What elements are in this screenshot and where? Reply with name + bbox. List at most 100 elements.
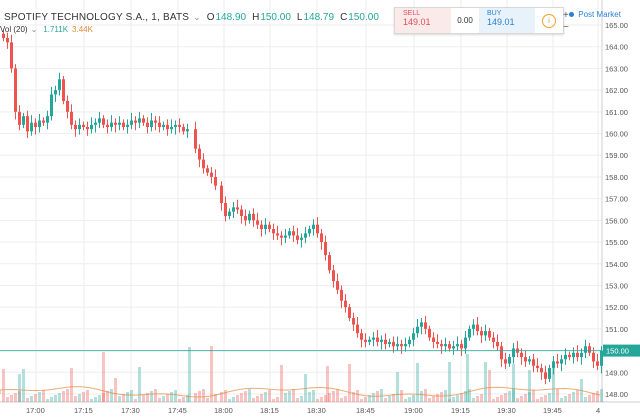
candle-body (332, 270, 335, 282)
candle-body (22, 116, 25, 125)
candle-body (548, 367, 551, 379)
candle-body (90, 124, 93, 130)
volume-legend: Vol (20) ⌄ 1.711K 3.44K (0, 25, 93, 34)
volume-bar (228, 399, 231, 402)
candle-body (288, 231, 291, 236)
candle-body (464, 337, 467, 349)
volume-bar (476, 396, 479, 402)
settings-chevron-icon[interactable]: ⌄ (193, 12, 201, 23)
volume-bar (2, 369, 5, 402)
candle-body (62, 79, 65, 101)
candle-body (6, 38, 9, 43)
candle-body (284, 235, 287, 238)
candle-body (202, 159, 205, 169)
volume-bar (174, 390, 177, 402)
volume-bar (130, 390, 133, 402)
candle-body (166, 124, 169, 130)
post-market-badge[interactable]: Post Market (569, 10, 621, 19)
volume-bar (256, 396, 259, 402)
volume-bar (540, 397, 543, 402)
volume-settings-icon[interactable]: ⌄ (31, 25, 38, 34)
volume-bar (420, 391, 423, 402)
price-chart[interactable]: 165.00 164.00 163.00 162.00 161.00 160.00 159.… (0, 0, 640, 417)
buy-label: BUY (487, 10, 502, 17)
volume-bar (66, 389, 69, 402)
volume-bar (548, 393, 551, 402)
candle-body (556, 361, 559, 364)
volume-bar (34, 394, 37, 402)
candle-body (536, 365, 539, 368)
volume-bar (62, 391, 65, 402)
symbol-title[interactable]: SPOTIFY TECHNOLOGY S.A., 1, BATS (4, 12, 189, 23)
volume-bar (348, 364, 351, 402)
time-tick-label: 18:00 (214, 406, 233, 415)
candle-body (10, 42, 13, 69)
volume-bar (162, 396, 165, 402)
candle-body (170, 127, 173, 130)
candle-body (174, 124, 177, 128)
volume-bar (18, 374, 21, 402)
volume-bar (188, 347, 191, 402)
volume-bar (178, 399, 181, 402)
time-tick-label: 18:15 (260, 406, 279, 415)
candle-body (524, 357, 527, 362)
price-tick-label: 149.00 (605, 368, 628, 377)
volume-label[interactable]: Vol (20) (0, 25, 28, 34)
price-tick-label: 163.00 (605, 64, 628, 73)
candle-body (416, 326, 419, 334)
volume-bar (106, 391, 109, 402)
time-tick-label: 17:15 (74, 406, 93, 415)
volume-bar (316, 399, 319, 402)
candle-body (496, 341, 499, 347)
candle-body (336, 281, 339, 290)
time-tick-label: 17:00 (26, 406, 45, 415)
volume-bar (54, 395, 57, 402)
price-tick-label: 151.00 (605, 325, 628, 334)
zoom-out-button[interactable]: − (563, 22, 569, 34)
price-tick-label: 154.00 (605, 260, 628, 269)
candle-body (98, 118, 101, 123)
candle-body (110, 122, 113, 128)
candle-body (348, 307, 351, 319)
candle-body (78, 124, 81, 130)
volume-bar (182, 397, 185, 402)
volume-bar (596, 391, 599, 402)
buy-button[interactable]: BUY 149.01 (479, 8, 535, 33)
volume-bar (412, 395, 415, 402)
candle-body (412, 333, 415, 340)
volume-bar (90, 399, 93, 402)
zoom-controls: + − (563, 10, 569, 34)
volume-bar (166, 394, 169, 402)
volume-bar (284, 393, 287, 402)
high-value: 150.00 (260, 11, 291, 23)
candle-body (312, 224, 315, 230)
price-tick-label: 155.00 (605, 238, 628, 247)
volume-bar (14, 393, 17, 402)
candle-body (384, 339, 387, 345)
open-label: O (206, 11, 215, 23)
candle-body (580, 352, 583, 358)
sell-button[interactable]: SELL 149.01 (395, 8, 451, 33)
zoom-in-button[interactable]: + (563, 10, 569, 22)
candle-body (130, 120, 133, 125)
candle-body (424, 322, 427, 329)
candle-body (138, 118, 141, 123)
volume-bar (432, 396, 435, 402)
candle-body (186, 129, 189, 132)
volume-bar (6, 397, 9, 402)
info-button[interactable]: i (535, 8, 563, 33)
candle-body (300, 237, 303, 240)
candle-body (276, 233, 279, 236)
candle-body (46, 116, 49, 123)
sell-price: 149.01 (403, 17, 431, 27)
candle-body (492, 337, 495, 342)
candle-body (2, 33, 5, 39)
volume-bar (142, 395, 145, 402)
volume-bar (466, 354, 469, 402)
candle-body (122, 122, 125, 128)
trade-panel: SELL 149.01 0.00 BUY 149.01 i (394, 7, 564, 34)
candle-body (380, 339, 383, 342)
volume-bar (556, 389, 559, 402)
volume-bar (512, 364, 515, 402)
volume-bar (436, 394, 439, 402)
